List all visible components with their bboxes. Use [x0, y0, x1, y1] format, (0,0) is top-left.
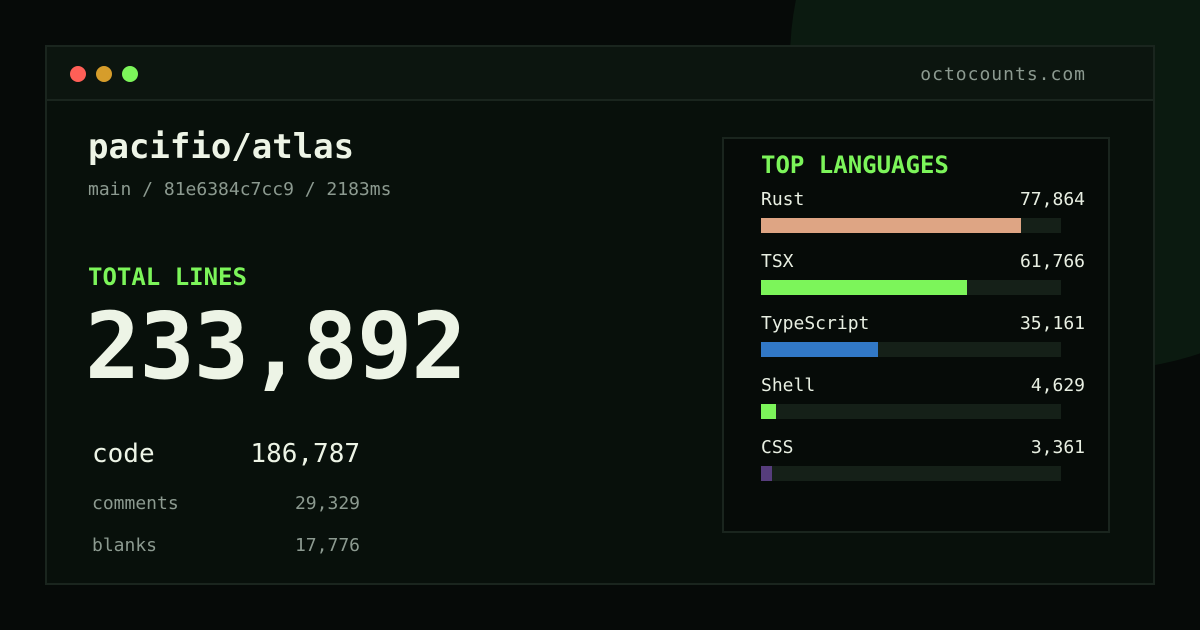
top-languages-title: TOP LANGUAGES: [761, 151, 949, 179]
maximize-dot-icon: [122, 66, 138, 82]
language-bar-track: [761, 280, 1061, 295]
repo-name: pacifio/atlas: [88, 127, 355, 167]
comments-value: 29,329: [294, 493, 360, 514]
language-row: TypeScript 35,161: [761, 313, 1085, 365]
language-bar-fill: [761, 404, 776, 419]
language-bar-track: [761, 404, 1061, 419]
blanks-label: blanks: [92, 535, 158, 556]
language-count: 35,161: [1019, 313, 1085, 334]
minimize-dot-icon: [96, 66, 112, 82]
language-count: 4,629: [1030, 375, 1085, 396]
top-languages-panel: TOP LANGUAGES Rust 77,864 TSX 61,766 TypeScr…: [722, 137, 1110, 533]
language-name: TSX: [761, 251, 794, 272]
terminal-window: octocounts.com pacifio/atlas main / 81e6…: [45, 45, 1155, 585]
language-row: Shell 4,629: [761, 375, 1085, 427]
comments-label: comments: [92, 493, 179, 514]
language-bar-fill: [761, 466, 773, 481]
language-name: Shell: [761, 375, 816, 396]
blanks-value: 17,776: [294, 535, 360, 556]
code-value: 186,787: [250, 439, 360, 469]
window-titlebar: octocounts.com: [47, 47, 1153, 101]
language-bar-track: [761, 342, 1061, 357]
repo-meta: main / 81e6384c7cc9 / 2183ms: [88, 179, 392, 200]
total-lines-value: 233,892: [85, 293, 467, 400]
language-count: 77,864: [1019, 189, 1085, 210]
share-card: octocounts.com pacifio/atlas main / 81e6…: [0, 0, 1200, 630]
language-row: TSX 61,766: [761, 251, 1085, 303]
code-label: code: [92, 439, 155, 469]
language-name: CSS: [761, 437, 794, 458]
language-name: TypeScript: [761, 313, 870, 334]
language-bar-fill: [761, 280, 968, 295]
language-bar-fill: [761, 342, 878, 357]
language-row: Rust 77,864: [761, 189, 1085, 241]
language-name: Rust: [761, 189, 805, 210]
language-row: CSS 3,361: [761, 437, 1085, 489]
language-bar-fill: [761, 218, 1022, 233]
language-count: 61,766: [1019, 251, 1085, 272]
language-count: 3,361: [1030, 437, 1085, 458]
language-bar-track: [761, 466, 1061, 481]
total-lines-label: TOTAL LINES: [88, 263, 247, 291]
close-dot-icon: [70, 66, 86, 82]
site-domain: octocounts.com: [920, 64, 1086, 85]
language-bar-track: [761, 218, 1061, 233]
